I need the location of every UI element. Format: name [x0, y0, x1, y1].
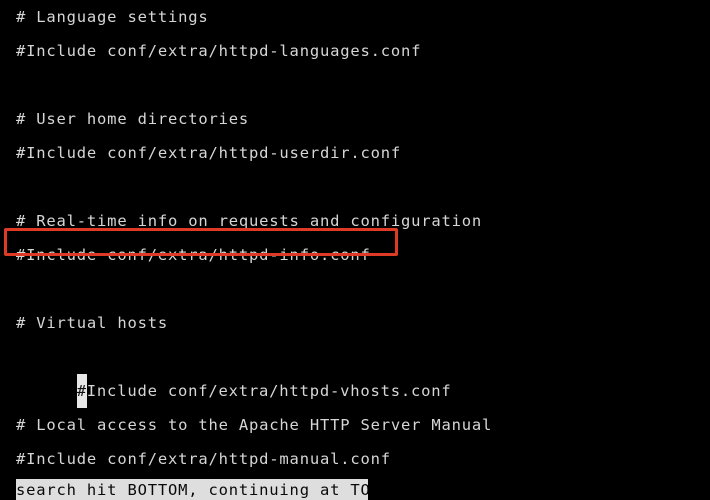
text-buffer[interactable]: # Language settings #Include conf/extra/…: [16, 0, 710, 500]
config-line: #Include conf/extra/httpd-info.conf: [16, 246, 371, 264]
config-line: #Include conf/extra/httpd-languages.conf: [16, 42, 422, 60]
config-line: # Language settings: [16, 8, 209, 26]
config-line: # User home directories: [16, 110, 250, 128]
config-line: # Local access to the Apache HTTP Server…: [16, 416, 493, 434]
config-line: # Virtual hosts: [16, 314, 168, 332]
config-line: #Include conf/extra/httpd-userdir.conf: [16, 144, 402, 162]
config-line-vhosts[interactable]: #Include conf/extra/httpd-vhosts.conf: [16, 340, 710, 408]
terminal-screen[interactable]: # Language settings #Include conf/extra/…: [0, 0, 710, 500]
config-line: #Include conf/extra/httpd-manual.conf: [16, 450, 391, 468]
config-line: # Real-time info on requests and configu…: [16, 212, 483, 230]
vim-status-message: search hit BOTTOM, continuing at TOP: [16, 479, 368, 500]
